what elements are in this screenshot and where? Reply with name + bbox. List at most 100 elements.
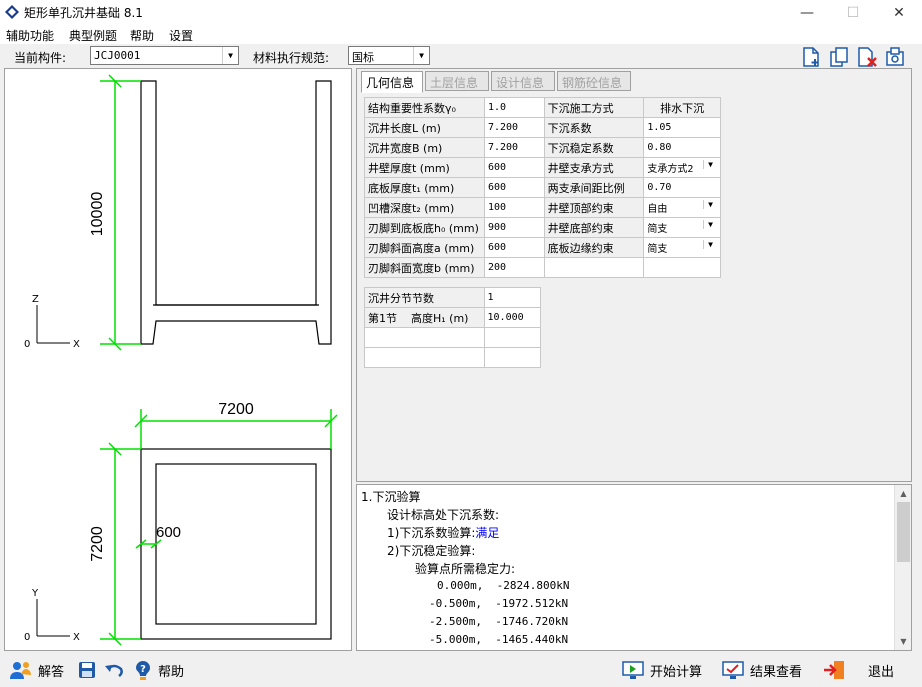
param-value-text: 200 [487,262,507,273]
elevation-view [140,80,332,345]
scroll-up-icon[interactable]: ▲ [895,485,911,502]
copy-component-icon[interactable] [828,46,850,68]
plan-width-dim-label: 7200 [218,401,254,418]
menu-examples[interactable]: 典型例题 [69,27,117,44]
geometry-row: 结构重要性系数γ₀ 1.0 下沉施工方式 排水下沉 [364,97,721,118]
param-value-text: 简支 [647,244,668,255]
answer-button[interactable]: 解答 [10,659,64,681]
tab-rebar[interactable]: 钢筋砼信息 [557,71,631,91]
chevron-down-icon[interactable]: ▼ [703,240,717,249]
delete-component-icon[interactable] [856,46,878,68]
menu-help[interactable]: 帮助 [130,27,154,44]
param-value[interactable]: 600 [483,237,545,258]
menu-bar: 辅助功能 典型例题 帮助 设置 [0,25,922,44]
param-value[interactable]: 7.200 [483,137,545,158]
component-toolbar: 当前构件: JCJ0001 ▼ 材料执行规范: 国标 ▼ [0,44,922,68]
param-value[interactable]: 简支 ▼ [643,217,721,238]
answer-label: 解答 [38,664,65,680]
param-label-text: 井壁底部约束 [547,221,614,235]
param-value[interactable]: 简支 ▼ [643,237,721,258]
param-label-text: 刃脚斜面宽度b (mm) [368,261,475,275]
chevron-down-icon[interactable]: ▼ [703,160,717,169]
tab-design[interactable]: 设计信息 [491,71,555,91]
section-count-value[interactable]: 1 [483,287,542,308]
param-label-text: 下沉稳定系数 [547,141,614,155]
chevron-down-icon[interactable]: ▼ [703,220,717,229]
svg-text:?: ? [140,664,146,675]
param-value-text: 1.0 [487,102,507,113]
output-line: 1)下沉系数验算:满足 [387,524,499,541]
plan-height-dim-label: 7200 [89,526,106,562]
output-line: 验算点所需稳定力: [415,562,516,576]
maximize-button[interactable]: ☐ [830,0,876,25]
chevron-down-icon[interactable]: ▼ [703,200,717,209]
empty-cell [483,347,542,368]
structure-drawing: 10000 Z X 0 7200 7200 600 Y X 0 [24,74,338,646]
drawing-canvas: 10000 Z X 0 7200 7200 600 Y X 0 [4,68,352,651]
section-1-height-value[interactable]: 10.000 [483,307,542,328]
origin-label: 0 [24,339,30,350]
param-label [543,257,645,278]
output-scrollbar[interactable]: ▲ ▼ [894,485,911,650]
param-value[interactable]: 600 [483,177,545,198]
help-button[interactable]: ? 帮助 [134,659,184,681]
origin-label-plan: 0 [24,632,30,643]
scroll-down-icon[interactable]: ▼ [895,633,911,650]
param-value[interactable]: 7.200 [483,117,545,138]
param-value-text: 自由 [647,204,668,215]
help-label: 帮助 [158,664,185,680]
geometry-row: 凹槽深度t₂ (mm) 100 井壁顶部约束 自由 ▼ [364,197,721,218]
plan-view [140,448,332,640]
param-value[interactable]: 100 [483,197,545,218]
menu-settings[interactable]: 设置 [169,27,193,44]
param-value[interactable] [643,257,721,278]
scroll-thumb[interactable] [897,502,910,562]
undo-icon[interactable] [104,661,124,679]
param-value[interactable]: 0.70 [643,177,721,198]
output-check-status: 满足 [475,526,500,540]
save-icon[interactable] [78,661,96,679]
param-value-text: 7.200 [487,122,519,133]
param-value[interactable]: 0.80 [643,137,721,158]
param-value[interactable]: 900 [483,217,545,238]
new-component-icon[interactable] [800,46,822,68]
output-line: 设计标高处下沉系数: [387,508,500,522]
param-label: 下沉稳定系数 [543,137,645,158]
param-value[interactable]: 排水下沉 [643,97,721,118]
param-value[interactable]: 1.0 [483,97,545,118]
param-value[interactable]: 1.05 [643,117,721,138]
param-value[interactable]: 200 [483,257,545,278]
geometry-row: 底板厚度t₁ (mm) 600 两支承间距比例 0.70 [364,177,721,198]
spec-select[interactable]: 国标 ▼ [348,46,430,65]
menu-tools[interactable]: 辅助功能 [6,27,54,44]
view-results-label: 结果查看 [750,664,803,680]
view-results-button[interactable]: 结果查看 [722,659,802,681]
elevation-dimension [100,74,141,351]
minimize-button[interactable]: — [784,0,830,25]
param-label: 井壁底部约束 [543,217,645,238]
param-value[interactable]: 支承方式2 ▼ [643,157,721,178]
section-1-name: 第1节 [368,311,397,325]
param-value-text: 排水下沉 [660,101,705,115]
param-value[interactable]: 自由 ▼ [643,197,721,218]
tab-soil[interactable]: 土层信息 [425,71,489,91]
output-row: 0.000m, -2824.800kN [437,579,570,592]
param-label-text: 底板厚度t₁ (mm) [368,181,455,195]
empty-cell [483,327,542,348]
check-monitor-icon [722,661,744,679]
tab-geometry[interactable]: 几何信息 [361,71,423,93]
component-select[interactable]: JCJ0001 ▼ [90,46,239,65]
geometry-row: 刃脚斜面高度a (mm) 600 底板边缘约束 简支 ▼ [364,237,721,258]
exit-button[interactable]: 退出 [822,659,894,681]
param-value-text: 支承方式2 [647,164,694,175]
start-calc-button[interactable]: 开始计算 [622,659,702,681]
geometry-row: 刃脚斜面宽度b (mm) 200 [364,257,721,278]
param-value[interactable]: 600 [483,157,545,178]
param-value-text: 900 [487,222,507,233]
component-manager-icon[interactable] [884,46,906,68]
param-value-text: 600 [487,242,507,253]
close-button[interactable]: ✕ [876,0,922,25]
param-label: 下沉施工方式 [543,97,645,118]
bottom-toolbar: 解答 ? 帮助 开始计算 结果查看 退出 [0,654,922,687]
result-output[interactable]: 1.下沉验算 设计标高处下沉系数: 1)下沉系数验算:满足 2)下沉稳定验算: … [356,484,912,651]
